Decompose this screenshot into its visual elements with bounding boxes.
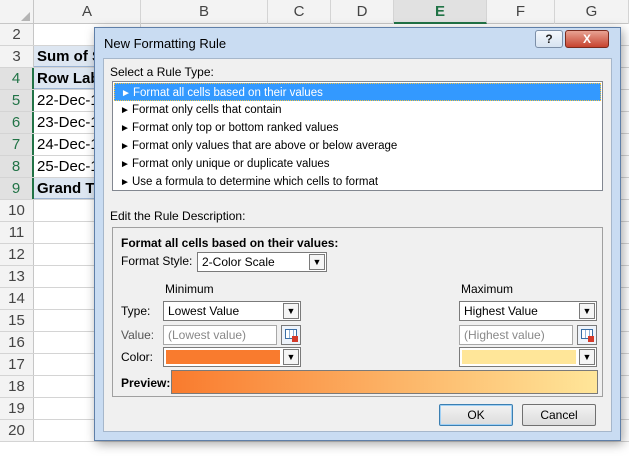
maximum-heading: Maximum bbox=[461, 282, 514, 296]
column-header-f[interactable]: F bbox=[487, 0, 555, 24]
minimum-type-value: Lowest Value bbox=[168, 304, 240, 318]
preview-label: Preview: bbox=[121, 376, 171, 390]
rule-type-label: Format only cells that contain bbox=[132, 104, 282, 116]
rule-type-item[interactable]: ► Use a formula to determine which cells … bbox=[114, 173, 601, 191]
minimum-value-input[interactable]: (Lowest value) bbox=[163, 325, 277, 345]
dialog-body: Select a Rule Type: ► Format all cells ba… bbox=[103, 58, 612, 432]
range-picker-icon[interactable] bbox=[577, 325, 597, 345]
row-header[interactable]: 17 bbox=[0, 354, 34, 375]
arrow-right-icon: ► bbox=[120, 159, 130, 170]
close-button[interactable]: X bbox=[565, 30, 609, 48]
format-style-label: Format Style: bbox=[121, 254, 193, 268]
row-header[interactable]: 19 bbox=[0, 398, 34, 419]
color-swatch bbox=[462, 350, 576, 364]
row-header[interactable]: 11 bbox=[0, 222, 34, 243]
row-header[interactable]: 7 bbox=[0, 134, 34, 155]
row-header[interactable]: 13 bbox=[0, 266, 34, 287]
row-header[interactable]: 14 bbox=[0, 288, 34, 309]
minimum-color-select[interactable]: ▼ bbox=[163, 347, 301, 367]
arrow-right-icon: ► bbox=[120, 141, 130, 152]
row-header[interactable]: 4 bbox=[0, 68, 34, 89]
chevron-down-icon[interactable]: ▼ bbox=[579, 303, 595, 319]
color-swatch bbox=[166, 350, 280, 364]
type-label: Type: bbox=[121, 304, 151, 318]
rule-type-label: Format only unique or duplicate values bbox=[132, 158, 330, 170]
format-heading: Format all cells based on their values: bbox=[121, 236, 339, 250]
rule-type-item[interactable]: ► Format only cells that contain bbox=[114, 101, 601, 119]
new-formatting-rule-dialog: New Formatting Rule ? X Select a Rule Ty… bbox=[94, 27, 621, 441]
color-label: Color: bbox=[121, 350, 154, 364]
row-header[interactable]: 16 bbox=[0, 332, 34, 353]
chevron-down-icon[interactable]: ▼ bbox=[579, 349, 595, 365]
rule-type-label: Format only top or bottom ranked values bbox=[132, 122, 339, 134]
rule-type-label: Format all cells based on their values bbox=[133, 87, 323, 99]
row-header[interactable]: 15 bbox=[0, 310, 34, 331]
column-header-e[interactable]: E bbox=[394, 0, 487, 24]
row-header[interactable]: 9 bbox=[0, 178, 34, 199]
row-header[interactable]: 3 bbox=[0, 46, 34, 67]
select-all-corner[interactable] bbox=[0, 0, 34, 24]
row-header[interactable]: 5 bbox=[0, 90, 34, 111]
maximum-value-input[interactable]: (Highest value) bbox=[459, 325, 573, 345]
minimum-heading: Minimum bbox=[165, 282, 214, 296]
row-header[interactable]: 12 bbox=[0, 244, 34, 265]
ok-button[interactable]: OK bbox=[439, 404, 513, 426]
select-rule-type-label: Select a Rule Type: bbox=[110, 65, 214, 79]
row-header[interactable]: 10 bbox=[0, 200, 34, 221]
chevron-down-icon[interactable]: ▼ bbox=[283, 349, 299, 365]
column-header-b[interactable]: B bbox=[141, 0, 268, 24]
rule-type-item[interactable]: ► Format only values that are above or be… bbox=[114, 137, 601, 155]
preview-gradient bbox=[171, 370, 598, 394]
minimum-type-select[interactable]: Lowest Value ▼ bbox=[163, 301, 301, 321]
arrow-right-icon: ► bbox=[120, 123, 130, 134]
row-header[interactable]: 8 bbox=[0, 156, 34, 177]
rule-type-label: Format only values that are above or bel… bbox=[132, 140, 398, 152]
rule-type-list[interactable]: ► Format all cells based on their values … bbox=[112, 81, 603, 191]
column-header-d[interactable]: D bbox=[331, 0, 394, 24]
row-header[interactable]: 6 bbox=[0, 112, 34, 133]
row-header[interactable]: 2 bbox=[0, 24, 34, 45]
arrow-right-icon: ► bbox=[120, 105, 130, 116]
maximum-color-select[interactable]: ▼ bbox=[459, 347, 597, 367]
format-style-value: 2-Color Scale bbox=[202, 255, 275, 269]
chevron-down-icon[interactable]: ▼ bbox=[283, 303, 299, 319]
column-header-bar: A B C D E F G bbox=[0, 0, 629, 24]
maximum-type-value: Highest Value bbox=[464, 304, 538, 318]
value-label: Value: bbox=[121, 328, 155, 342]
row-header[interactable]: 20 bbox=[0, 420, 34, 441]
rule-description-panel: Format all cells based on their values: … bbox=[112, 227, 603, 397]
help-button[interactable]: ? bbox=[535, 30, 563, 48]
rule-type-item[interactable]: ► Format only unique or duplicate values bbox=[114, 155, 601, 173]
range-picker-icon[interactable] bbox=[281, 325, 301, 345]
rule-type-item[interactable]: ► Format only top or bottom ranked values bbox=[114, 119, 601, 137]
chevron-down-icon[interactable]: ▼ bbox=[309, 254, 325, 270]
column-header-c[interactable]: C bbox=[268, 0, 331, 24]
dialog-title[interactable]: New Formatting Rule bbox=[104, 36, 226, 51]
arrow-right-icon: ► bbox=[120, 177, 130, 188]
column-header-g[interactable]: G bbox=[555, 0, 629, 24]
cancel-button[interactable]: Cancel bbox=[522, 404, 596, 426]
row-header[interactable]: 18 bbox=[0, 376, 34, 397]
format-style-select[interactable]: 2-Color Scale ▼ bbox=[197, 252, 327, 272]
rule-type-label: Use a formula to determine which cells t… bbox=[132, 176, 379, 188]
maximum-type-select[interactable]: Highest Value ▼ bbox=[459, 301, 597, 321]
rule-type-item[interactable]: ► Format all cells based on their values bbox=[114, 83, 601, 101]
edit-description-label: Edit the Rule Description: bbox=[110, 209, 246, 223]
column-header-a[interactable]: A bbox=[34, 0, 141, 24]
